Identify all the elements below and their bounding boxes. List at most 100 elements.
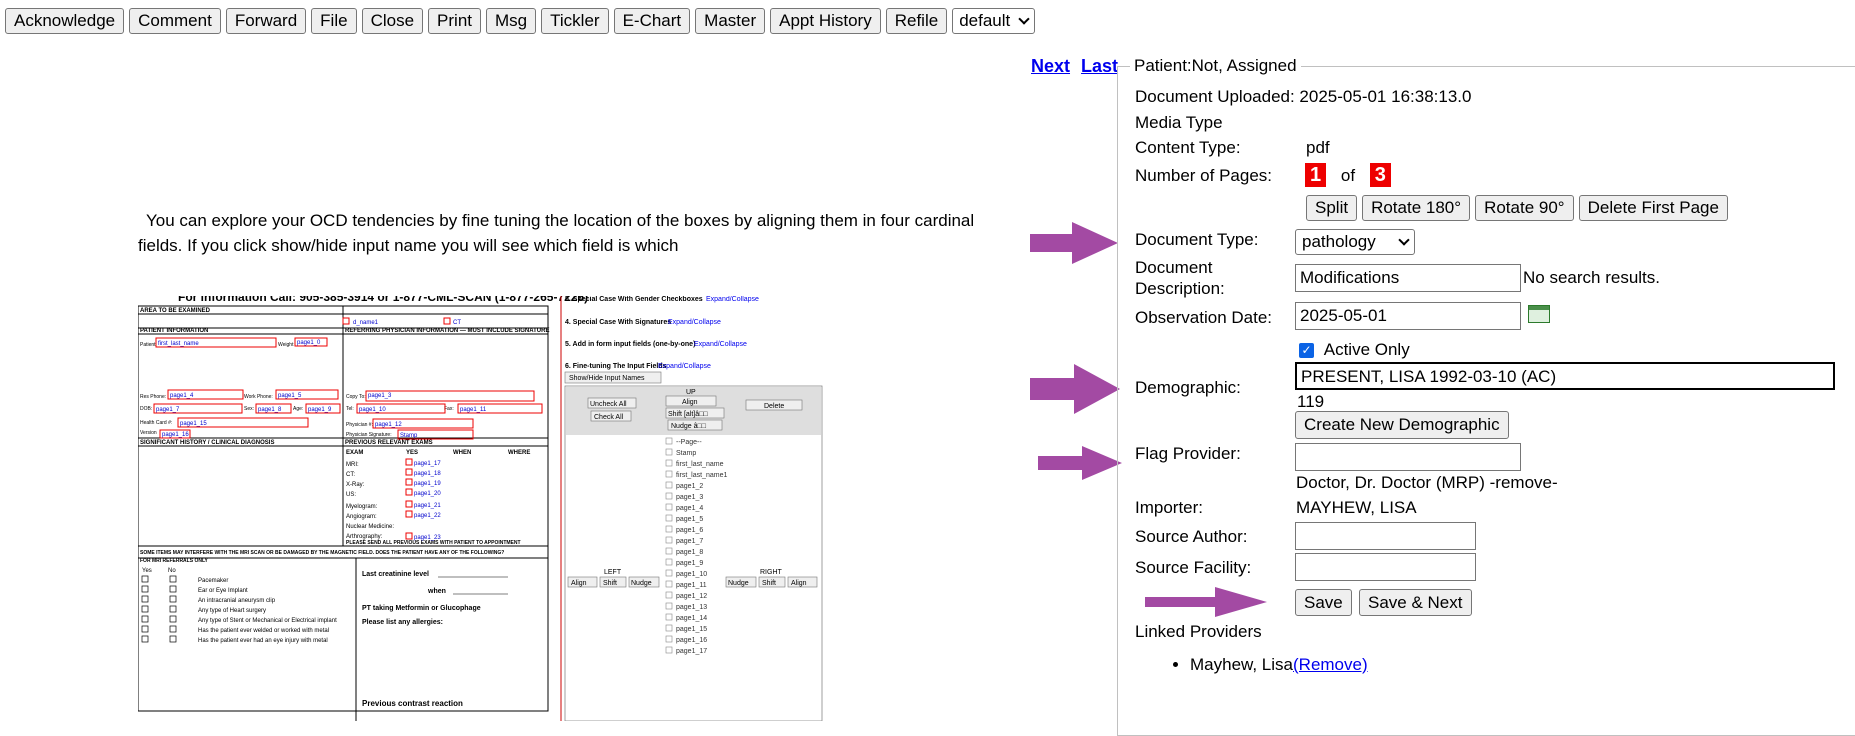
field-list-item[interactable]: first_last_name1: [676, 472, 727, 479]
field-list-item[interactable]: page1_17: [676, 648, 707, 655]
expand-collapse-link[interactable]: Expand/Collapse: [694, 341, 747, 348]
field-list-item[interactable]: page1_4: [676, 505, 703, 512]
page-nav: Next Last: [1031, 56, 1124, 77]
total-page-badge[interactable]: 3: [1369, 163, 1391, 187]
split-button[interactable]: Split: [1306, 195, 1358, 221]
refile-button[interactable]: Refile: [885, 8, 948, 34]
field-list-item[interactable]: page1_5: [676, 516, 703, 523]
form-label: Physician #:: [346, 422, 373, 428]
show-hide-button[interactable]: Show/Hide Input Names: [569, 375, 645, 382]
field-list-item[interactable]: page1_2: [676, 483, 703, 490]
source-facility-input[interactable]: [1295, 553, 1476, 581]
form-header: For information Call: 905-385-3914 or 1-…: [178, 296, 588, 304]
yes-label: Yes: [142, 568, 152, 574]
field-list-item[interactable]: page1_9: [676, 560, 703, 567]
e-chart-button[interactable]: E-Chart: [613, 8, 691, 34]
shift-left-button[interactable]: Shift: [603, 580, 617, 587]
nudge-left-button[interactable]: Nudge: [631, 580, 652, 587]
delete-first-page-button[interactable]: Delete First Page: [1578, 195, 1728, 221]
field-list-item[interactable]: page1_8: [676, 549, 703, 556]
document-description-input[interactable]: Modifications: [1295, 264, 1521, 292]
refile-queue-select[interactable]: default: [952, 8, 1036, 34]
field-list-item[interactable]: page1_16: [676, 637, 707, 644]
form-label: Copy To:: [346, 394, 366, 400]
field-tag: page1_17: [414, 461, 441, 467]
flag-provider-input[interactable]: [1295, 443, 1521, 471]
observation-date-label: Observation Date:: [1135, 308, 1273, 327]
align-left-button[interactable]: Align: [571, 580, 587, 587]
field-list-item[interactable]: page1_14: [676, 615, 707, 622]
importer-value: MAYHEW, LISA: [1296, 498, 1417, 517]
tickler-button[interactable]: Tickler: [541, 8, 609, 34]
appt-history-button[interactable]: Appt History: [770, 8, 881, 34]
form-label: Version: [140, 430, 157, 436]
comment-button[interactable]: Comment: [129, 8, 221, 34]
linked-providers-label: Linked Providers: [1135, 622, 1262, 641]
field-list-item[interactable]: page1_15: [676, 626, 707, 633]
active-only-label: Active Only: [1323, 340, 1410, 359]
shift-right-button[interactable]: Shift: [762, 580, 776, 587]
left-label: LEFT: [604, 569, 622, 576]
align-up-button[interactable]: Align: [682, 399, 698, 406]
document-type-select[interactable]: pathology: [1295, 229, 1415, 255]
field-tag: page1_9: [308, 407, 332, 413]
no-search-results-text: No search results.: [1523, 268, 1660, 287]
area-examined-label: AREA TO BE EXAMINED: [140, 308, 211, 314]
align-right-button[interactable]: Align: [791, 580, 807, 587]
calendar-icon[interactable]: [1528, 305, 1550, 323]
nudge-up-button[interactable]: Nudge â□□: [671, 423, 707, 430]
field-list-item[interactable]: page1_10: [676, 571, 707, 578]
observation-date-input[interactable]: 2025-05-01: [1295, 302, 1521, 330]
next-link[interactable]: Next: [1031, 56, 1070, 76]
mri-item: Has the patient ever had an eye injury w…: [198, 638, 328, 644]
expand-collapse-link[interactable]: Expand/Collapse: [706, 296, 759, 303]
exam-col: WHEN: [453, 450, 471, 456]
field-tag: page1_21: [414, 503, 441, 509]
close-button[interactable]: Close: [361, 8, 424, 34]
rotate-90-button[interactable]: Rotate 90°: [1475, 195, 1574, 221]
delete-field-button[interactable]: Delete: [764, 403, 784, 410]
form-label: Res Phone:: [140, 394, 166, 400]
uncheck-all-button[interactable]: Uncheck All: [590, 401, 627, 408]
content-type-value: pdf: [1306, 138, 1330, 157]
create-new-demographic-button[interactable]: Create New Demographic: [1295, 411, 1509, 439]
shift-up-button[interactable]: Shift [alt]â□□: [668, 411, 708, 418]
msg-button[interactable]: Msg: [486, 8, 537, 34]
print-button[interactable]: Print: [428, 8, 482, 34]
field-list-item[interactable]: page1_7: [676, 538, 703, 545]
field-list-item[interactable]: page1_13: [676, 604, 707, 611]
current-page-badge[interactable]: 1: [1305, 163, 1327, 187]
arrow-demographic-icon: [1030, 364, 1120, 414]
demographic-search-input[interactable]: PRESENT, LISA 1992-03-10 (AC): [1295, 362, 1835, 390]
field-tag: page1_16: [162, 432, 189, 438]
field-list-item[interactable]: page1_3: [676, 494, 703, 501]
last-link[interactable]: Last: [1081, 56, 1118, 76]
check-all-button[interactable]: Check All: [594, 414, 624, 421]
expand-collapse-link[interactable]: Expand/Collapse: [658, 363, 711, 370]
field-list-item[interactable]: page1_12: [676, 593, 707, 600]
acknowledge-button[interactable]: Acknowledge: [5, 8, 125, 34]
save-and-next-button[interactable]: Save & Next: [1359, 589, 1472, 616]
file-button[interactable]: File: [311, 8, 357, 34]
tool-section: 5. Special Case With Gender Checkboxes: [565, 296, 703, 303]
field-tag: Stamp: [400, 433, 418, 439]
mri-item: Ear or Eye Implant: [198, 588, 248, 594]
rotate-180-button[interactable]: Rotate 180°: [1362, 195, 1471, 221]
flagged-provider-text: Doctor, Dr. Doctor (MRP) -remove-: [1296, 473, 1558, 492]
nudge-right-button[interactable]: Nudge: [728, 580, 749, 587]
forward-button[interactable]: Forward: [225, 8, 307, 34]
source-author-input[interactable]: [1295, 522, 1476, 550]
exam-row: X-Ray:: [346, 482, 365, 488]
field-list-item[interactable]: page1_11: [676, 582, 707, 589]
field-list-item[interactable]: Stamp: [676, 450, 696, 457]
field-list-item[interactable]: --Page--: [676, 439, 702, 446]
field-tag: page1_3: [368, 393, 392, 399]
expand-collapse-link[interactable]: Expand/Collapse: [668, 319, 721, 326]
active-only-checkbox[interactable]: ✓: [1299, 343, 1314, 359]
field-list-item[interactable]: first_last_name: [676, 461, 724, 468]
save-button[interactable]: Save: [1295, 589, 1352, 616]
form-label: DOB:: [140, 406, 152, 412]
master-button[interactable]: Master: [695, 8, 766, 34]
field-list-item[interactable]: page1_6: [676, 527, 703, 534]
remove-linked-provider-link[interactable]: (Remove): [1293, 655, 1368, 674]
